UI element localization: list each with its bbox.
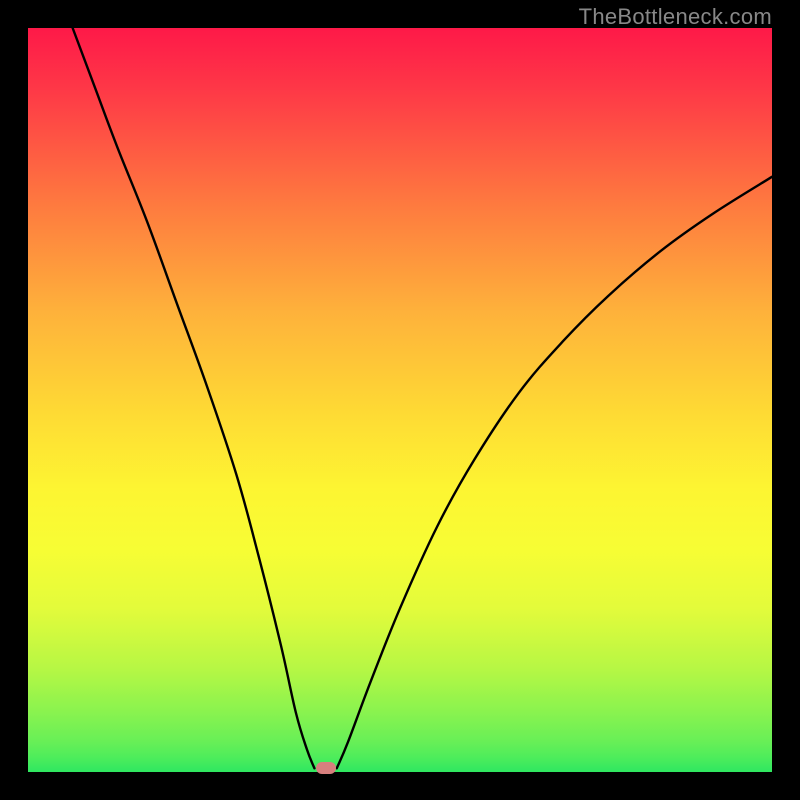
curve-right-branch (337, 177, 772, 768)
chart-frame: TheBottleneck.com (0, 0, 800, 800)
curve-left-branch (73, 28, 315, 768)
watermark-text: TheBottleneck.com (579, 4, 772, 30)
plot-area (28, 28, 772, 772)
optimal-point-marker (316, 762, 336, 774)
bottleneck-curve (28, 28, 772, 772)
